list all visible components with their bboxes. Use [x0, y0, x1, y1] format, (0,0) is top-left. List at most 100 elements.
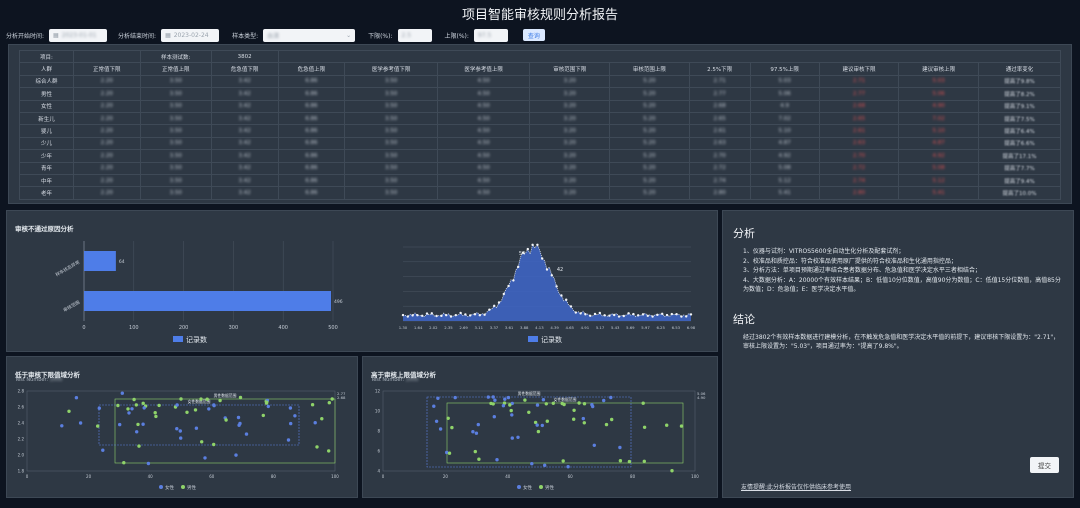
- table-row: 青年 2.20 3.50 3.42 6.86 3.50 4.50 3.20 5.20 2.72 5.…: [19, 161, 1062, 175]
- column-header: 正常值上限: [139, 62, 212, 76]
- table-cell: 6.86: [277, 173, 346, 188]
- y-tick-label: 2.8: [18, 389, 25, 394]
- male-point: [489, 401, 493, 406]
- data-point: [685, 315, 688, 318]
- range-box-label: 男性数据范围: [518, 391, 541, 396]
- table-cell: 4.50: [436, 149, 531, 163]
- x-tick-label: 0: [382, 474, 385, 479]
- female-point: [288, 406, 293, 410]
- table-cell: 3.20: [529, 136, 611, 151]
- legend-female-label: 女性: [165, 484, 174, 491]
- legend-swatch: [173, 336, 183, 342]
- table-cell: 6.86: [277, 136, 346, 151]
- female-point: [486, 395, 490, 399]
- column-header: 审核范围下限: [529, 62, 611, 76]
- legend-female-dot: [159, 485, 163, 489]
- legend-label: 记录数: [186, 335, 207, 344]
- calendar-icon: ▦: [53, 31, 59, 39]
- table-cell: 3.42: [210, 87, 279, 101]
- x-tick-label: 400: [278, 325, 288, 331]
- male-point: [116, 403, 120, 408]
- x-tick-label: 300: [229, 325, 239, 331]
- x-tick-label: 4.13: [535, 325, 544, 330]
- male-point: [604, 422, 609, 427]
- male-point: [582, 421, 586, 425]
- female-point: [234, 453, 238, 457]
- submit-button[interactable]: 提交: [1030, 457, 1059, 473]
- male-point: [450, 425, 454, 430]
- table-row: 老年 2.20 3.50 3.42 6.86 3.50 4.50 3.20 5.20 2.80 5.…: [19, 186, 1062, 200]
- start-date-input[interactable]: ▦ 2023-01-01: [49, 28, 108, 42]
- female-point: [516, 435, 520, 439]
- table-cell: 3.42: [210, 111, 279, 126]
- table-cell: 5.41: [898, 186, 979, 200]
- data-point: [613, 313, 616, 317]
- male-point: [330, 397, 334, 401]
- x-tick-label: 6.53: [672, 325, 681, 330]
- disclaimer-link[interactable]: 友情提醒:此分析报告仅作供临床参考使用: [741, 482, 851, 491]
- x-tick-label: 60: [568, 474, 574, 479]
- x-tick-label: 3.61: [505, 325, 514, 330]
- table-cell: 3.20: [529, 87, 611, 101]
- table-cell: 3.50: [344, 136, 438, 151]
- x-tick-label: 3.11: [475, 325, 484, 330]
- conclusion-heading: 结论: [733, 312, 755, 326]
- table-row: 中年 2.20 3.50 3.42 6.86 3.50 4.50 3.20 5.20 2.74 5.…: [19, 173, 1062, 188]
- male-point: [199, 397, 203, 401]
- y-tick-label: 2.4: [18, 421, 25, 426]
- table-cell: 2.20: [72, 136, 141, 151]
- row-group-label: 新生儿: [19, 111, 74, 126]
- x-tick-label: 80: [271, 474, 277, 479]
- query-button[interactable]: 查询: [522, 29, 545, 41]
- male-point: [551, 401, 555, 405]
- female-point: [78, 421, 83, 425]
- data-point: [416, 313, 419, 317]
- analysis-item: 4、大数据分析：A：20000个有效样本结果；B：低值10分位数值，高值90分为…: [743, 276, 1061, 294]
- x-tick-label: 6.98: [687, 325, 696, 330]
- table-cell: 3.50: [344, 111, 438, 126]
- female-point: [535, 403, 540, 407]
- x-tick-label: 100: [691, 474, 699, 479]
- table-cell: 3.50: [139, 136, 212, 151]
- x-tick-label: 100: [129, 325, 139, 331]
- column-header: 通过率变化: [977, 62, 1062, 76]
- end-date-input[interactable]: ▦ 2023-02-24: [161, 28, 220, 42]
- data-point: [608, 314, 611, 317]
- male-point: [447, 451, 452, 455]
- table-cell: 4.90: [898, 99, 979, 113]
- data-point: [488, 308, 491, 311]
- table-cell: 4.87: [898, 136, 979, 151]
- x-tick-label: 500: [328, 325, 338, 331]
- data-point: [569, 305, 573, 308]
- table-cell: 3.50: [344, 149, 438, 163]
- male-point: [544, 402, 548, 406]
- table-cell: 6.86: [277, 99, 346, 113]
- table-cell: 4.50: [436, 124, 531, 138]
- table-cell: 2.20: [72, 74, 141, 89]
- table-cell: 2.61: [818, 124, 900, 138]
- table-row: 新生儿 2.20 3.50 3.42 6.86 3.50 4.50 3.20 5.20 2.65 7…: [19, 111, 1062, 126]
- table-cell: 5.20: [609, 149, 690, 163]
- upper-limit-input[interactable]: 97.5: [473, 28, 508, 42]
- table-cell: 提高了9.4%: [977, 173, 1062, 188]
- female-point: [453, 395, 457, 400]
- female-point: [60, 424, 64, 428]
- lower-limit-input[interactable]: 2.5: [397, 28, 432, 42]
- table-cell: 3.50: [139, 111, 212, 126]
- x-tick-label: 0: [82, 325, 85, 331]
- table-cell: 5.20: [609, 99, 690, 113]
- table-cell: 5.20: [609, 124, 690, 138]
- table-cell: 5.06: [749, 87, 820, 101]
- table-cell: 3.20: [529, 74, 611, 89]
- female-point: [203, 456, 207, 460]
- table-cell: 5.12: [898, 173, 979, 188]
- table-cell: 3.42: [210, 124, 279, 138]
- chevron-down-icon: ⌄: [346, 31, 352, 39]
- sample-type-select[interactable]: 血清 ⌄: [263, 28, 356, 42]
- table-cell: 3.50: [139, 99, 212, 113]
- legend-label: 记录数: [541, 335, 562, 344]
- male-point: [670, 469, 674, 473]
- legend-male-dot: [181, 485, 185, 489]
- table-cell: 2.20: [72, 173, 141, 188]
- data-point: [512, 279, 515, 282]
